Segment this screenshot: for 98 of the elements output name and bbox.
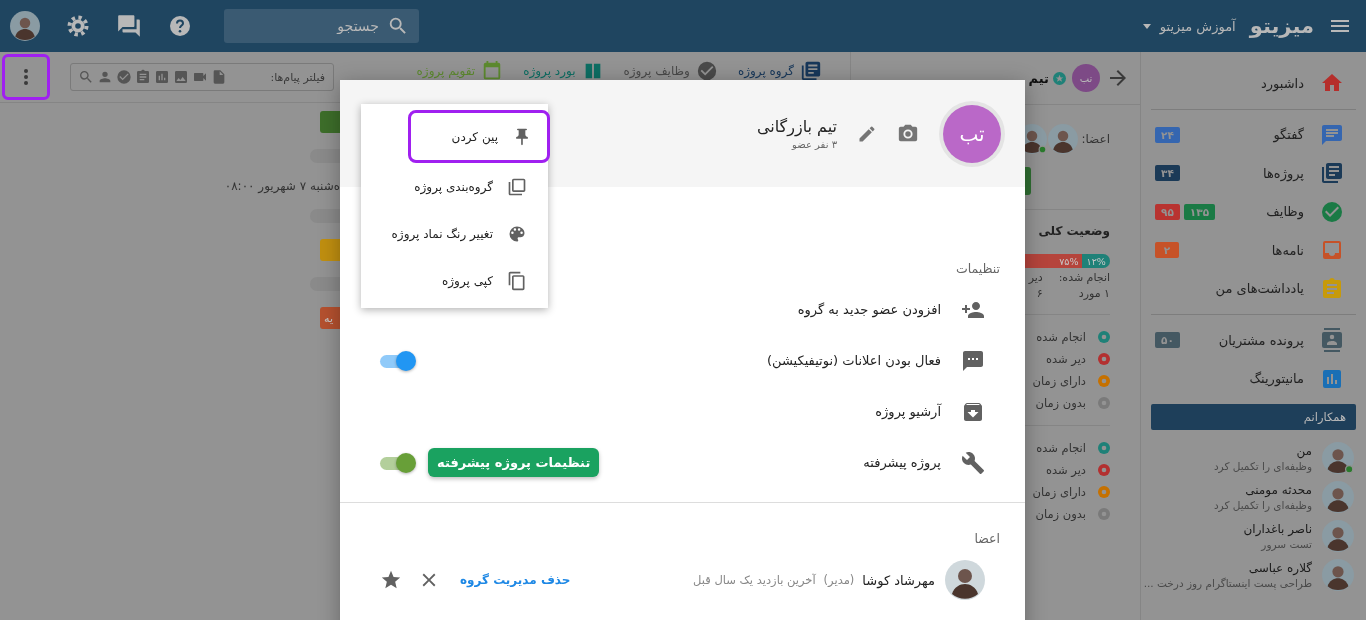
legend-label: دیر شده <box>1045 352 1086 366</box>
stacked-pages-icon <box>507 176 527 197</box>
members-label: اعضا: <box>1081 132 1110 146</box>
legend-label: دارای زمان <box>1032 485 1086 499</box>
colleague-item[interactable]: محدثه مومنی وظیفه‌ای را تکمیل کرد <box>1151 477 1356 516</box>
member-role: (مدیر) <box>823 573 855 587</box>
nav-item[interactable]: پروژه‌ها ۳۴ <box>1151 154 1356 193</box>
person-icon[interactable] <box>97 69 113 85</box>
count-badge: ۵۰ <box>1155 332 1180 349</box>
setting-label[interactable]: فعال بودن اعلانات (نوتیفیکیشن) <box>767 353 941 368</box>
nav-item[interactable]: گفتگو ۲۴ <box>1151 115 1356 154</box>
help-icon[interactable] <box>168 14 192 38</box>
setting-label[interactable]: آرشیو پروژه <box>875 404 941 419</box>
colleague-item[interactable]: من وظیفه‌ای را تکمیل کرد <box>1151 438 1356 477</box>
project-title: تیم <box>1028 70 1049 86</box>
search-icon[interactable] <box>78 69 94 85</box>
member-name: مهرشاد کوشا <box>862 572 935 588</box>
nav-label: گفتگو <box>1273 127 1304 143</box>
legend-label: بدون زمان <box>1035 507 1086 521</box>
count-badge: ۳۴ <box>1155 165 1180 182</box>
nav-item[interactable]: نامه‌ها ۲ <box>1151 231 1356 270</box>
last-seen: آخرین بازدید یک سال قبل <box>693 573 816 587</box>
count-badge: ۲۴ <box>1155 126 1180 143</box>
stat-label: دیر <box>1028 271 1043 284</box>
bar-chart-icon[interactable] <box>154 69 170 85</box>
stat-value: ۱ مورد <box>1077 287 1110 300</box>
legend-label: انجام شده <box>1036 330 1086 344</box>
colleague-name: من <box>1295 443 1312 458</box>
chat-icon[interactable] <box>116 13 142 39</box>
nav-item[interactable]: وظایف ۱۳۵ ۹۵ <box>1151 192 1356 231</box>
copy-icon <box>507 270 527 291</box>
star-icon[interactable] <box>380 569 402 591</box>
nav-label: پروژه‌ها <box>1263 165 1304 181</box>
caret-icon <box>1141 21 1152 31</box>
legend-label: دارای زمان <box>1032 374 1086 388</box>
section-header: همکارانم <box>1151 404 1356 430</box>
advanced-settings-button[interactable]: تنظیمات پروژه پیشرفته <box>428 448 600 477</box>
nav-label: مانیتورینگ <box>1249 371 1304 387</box>
settings-icon[interactable] <box>66 14 90 38</box>
colleague-name: ناصر باغداران <box>1243 521 1312 536</box>
nav-label: یادداشت‌های من <box>1215 281 1304 297</box>
star-badge-icon <box>1053 71 1066 85</box>
nav-label: پرونده مشتریان <box>1218 332 1304 348</box>
search-field[interactable]: جستجو <box>224 9 419 43</box>
colleague-status: طراحی پست اینستاگرام روز درخت ... <box>1143 576 1312 589</box>
legend-label: انجام شده <box>1036 441 1086 455</box>
file-icon[interactable] <box>211 69 227 85</box>
menu-item[interactable]: کپی پروژه <box>361 257 548 304</box>
nav-item[interactable]: داشبورد <box>1151 64 1356 103</box>
menu-item[interactable]: پین کردن <box>408 110 550 163</box>
nav-item[interactable]: مانیتورینگ <box>1151 359 1356 398</box>
image-icon[interactable] <box>173 69 189 85</box>
clipboard-icon[interactable] <box>135 69 151 85</box>
section-label: اعضا <box>973 531 1000 546</box>
colleague-status: تست سرور <box>1259 537 1312 550</box>
more-vertical-icon <box>23 68 29 86</box>
project-avatar[interactable]: تب <box>943 104 1001 163</box>
stat-label: انجام شده: <box>1058 271 1110 284</box>
menu-item[interactable]: تغییر رنگ نماد پروژه <box>361 210 548 257</box>
setting-label[interactable]: پروژه پیشرفته <box>863 455 941 470</box>
remove-admin-link[interactable]: حذف مدیریت گروه <box>460 573 571 587</box>
count-badge: ۱۳۵ <box>1183 203 1216 220</box>
wrench-icon <box>961 450 985 475</box>
stat-value: ۶ <box>1035 287 1043 300</box>
setting-label[interactable]: افزودن عضو جدید به گروه <box>797 302 941 317</box>
date-label: ه‌شنبه ۷ شهریور ۰۸:۰۰ <box>224 179 340 193</box>
avatar <box>10 11 40 41</box>
edit-icon[interactable] <box>857 123 877 144</box>
member-count: ۳ نفر عضو <box>790 139 837 150</box>
colleague-item[interactable]: ناصر باغداران تست سرور <box>1151 516 1356 555</box>
legend-label: دیر شده <box>1045 463 1086 477</box>
toggle-switch[interactable] <box>380 451 416 474</box>
count-badge: ۹۵ <box>1155 203 1180 220</box>
progress-segment: ۱۲% <box>1082 254 1110 268</box>
nav-item[interactable]: یادداشت‌های من <box>1151 269 1356 308</box>
menu-item[interactable]: گروه‌بندی پروژه <box>361 163 548 210</box>
project-title: تیم بازرگانی <box>756 117 837 136</box>
colleague-name: گلاره عباسی <box>1247 560 1312 575</box>
app-logo[interactable]: میزیتو <box>1249 14 1314 38</box>
nav-item[interactable]: پرونده مشتریان ۵۰ <box>1151 321 1356 360</box>
more-options-button[interactable] <box>2 54 50 100</box>
nav-label: وظایف <box>1266 204 1304 220</box>
toggle-switch[interactable] <box>380 349 416 372</box>
section-title: وضعیت کلی <box>1037 224 1110 238</box>
avatar <box>945 560 985 600</box>
colleague-name: محدثه مومنی <box>1244 482 1312 497</box>
tab[interactable]: گروه پروژه <box>737 60 822 82</box>
colleague-status: وظیفه‌ای را تکمیل کرد <box>1213 459 1312 472</box>
legend-label: بدون زمان <box>1035 396 1086 410</box>
count-badge: ۲ <box>1155 242 1179 259</box>
nav-label: داشبورد <box>1261 75 1304 91</box>
colleague-status: وظیفه‌ای را تکمیل کرد <box>1213 498 1312 511</box>
workspace-dropdown[interactable]: آموزش میزیتو <box>1141 18 1236 34</box>
nav-label: نامه‌ها <box>1271 242 1304 258</box>
tab[interactable]: وظایف پروژه <box>623 60 718 82</box>
search-icon <box>387 15 409 37</box>
message-icon <box>961 348 985 373</box>
project-avatar: تب <box>1072 64 1100 92</box>
